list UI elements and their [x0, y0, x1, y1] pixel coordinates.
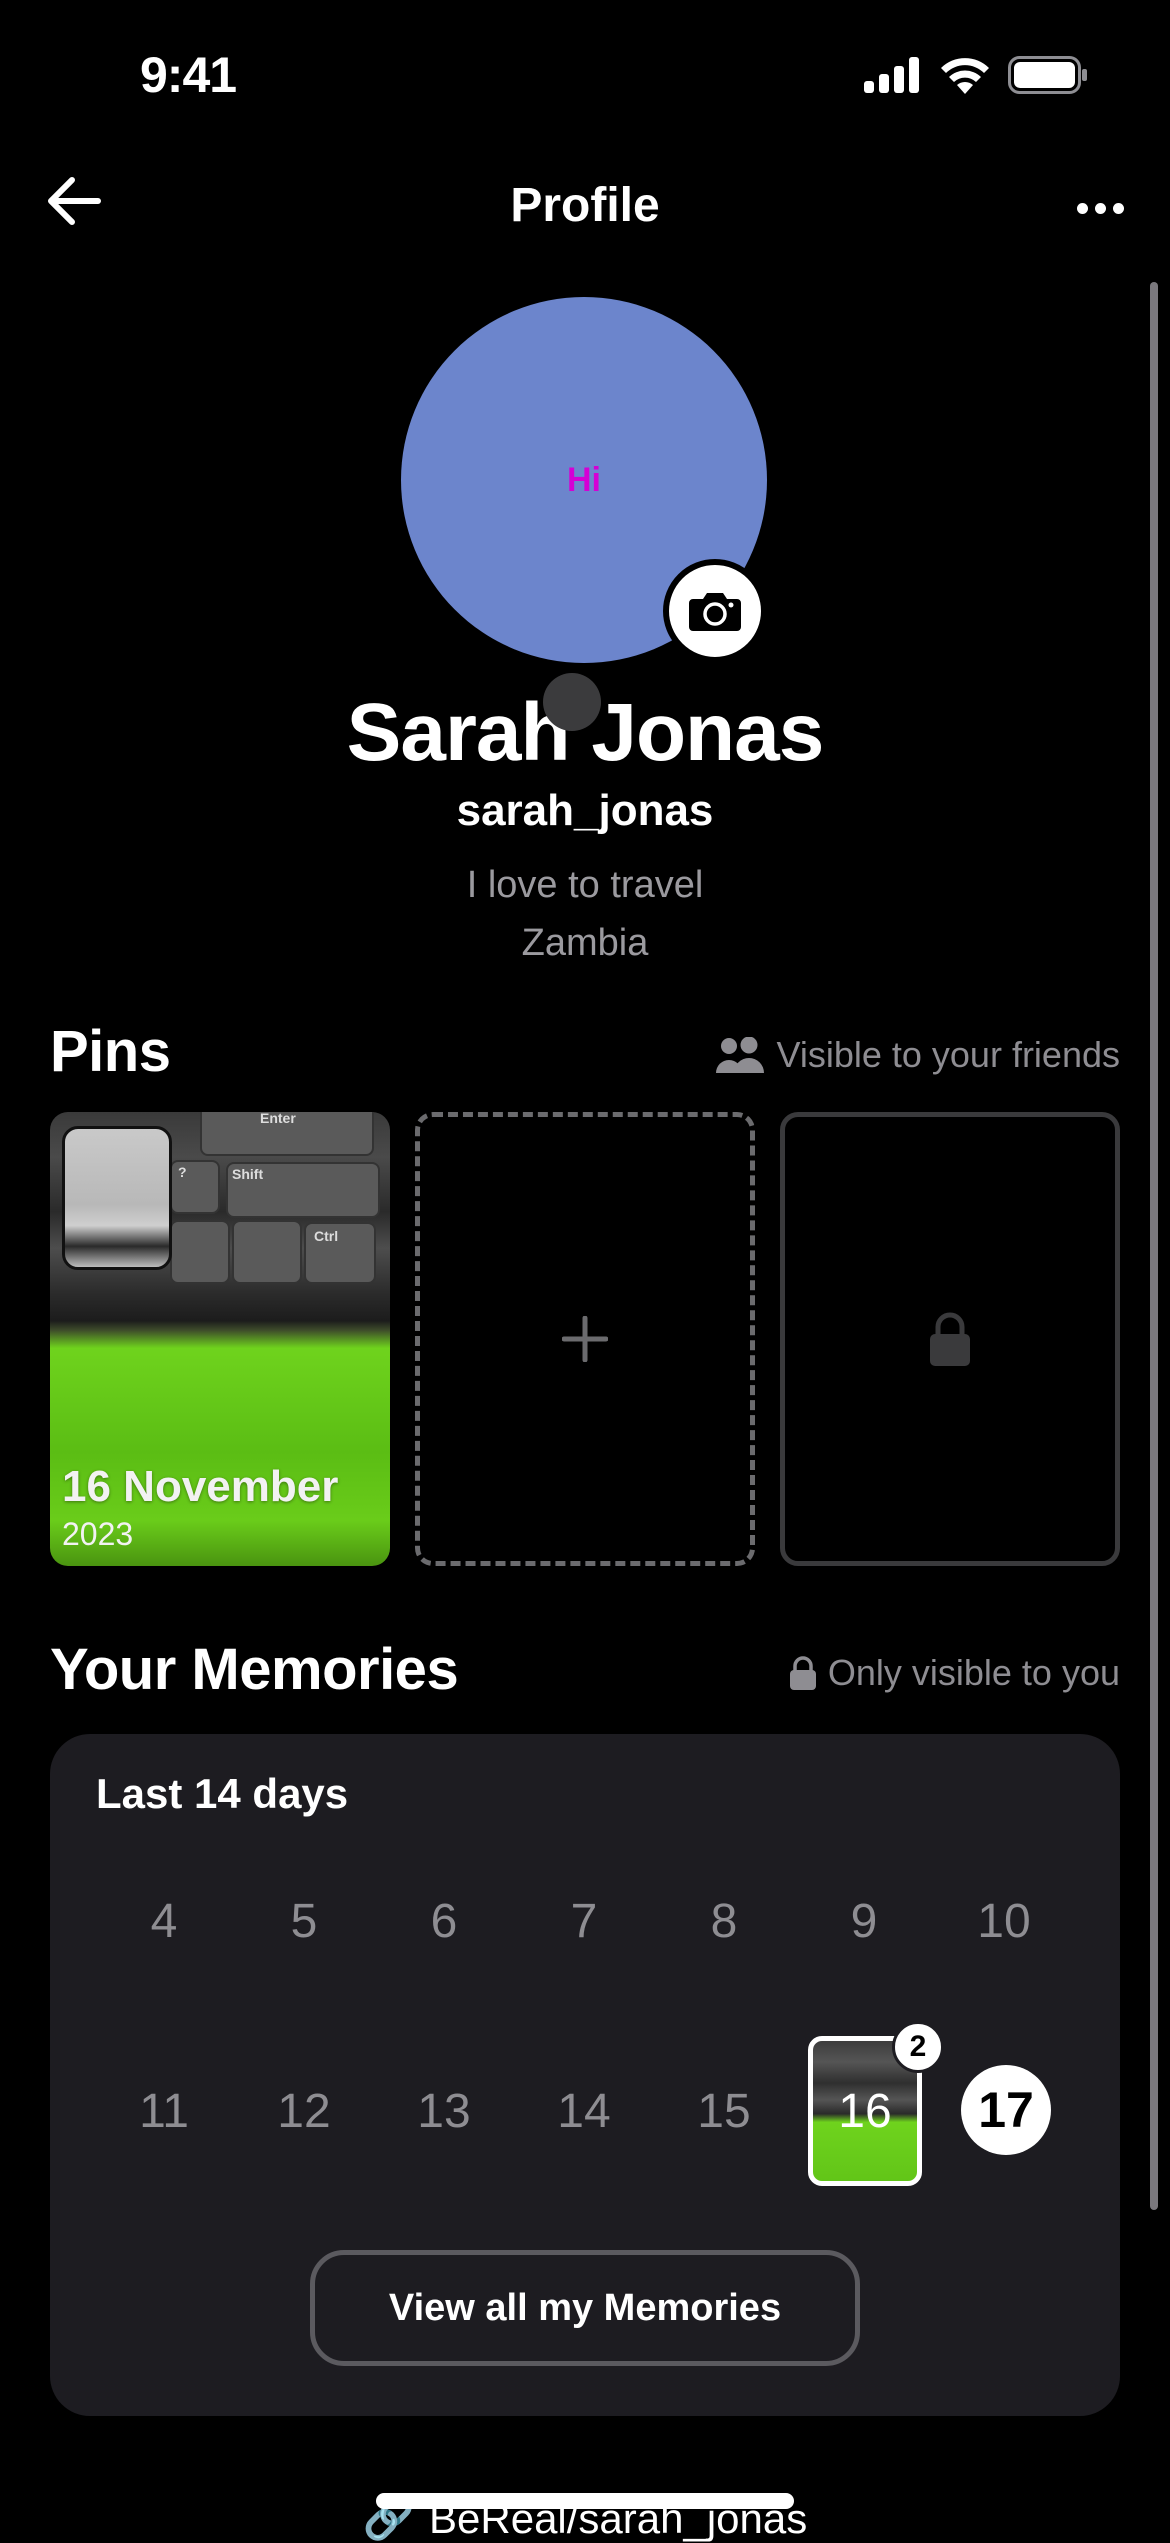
profile-username: sarah_jonas	[456, 786, 714, 835]
calendar-day[interactable]: 4	[114, 1894, 214, 1949]
home-indicator[interactable]	[376, 2493, 794, 2509]
pin-front-camera-thumbnail	[62, 1126, 172, 1270]
calendar-day[interactable]: 9	[814, 1894, 914, 1949]
pins-visibility: Visible to your friends	[716, 1034, 1120, 1076]
calendar-day[interactable]: 13	[394, 2084, 494, 2139]
pin-date: 16 November	[62, 1462, 339, 1511]
memories-card-title: Last 14 days	[96, 1770, 349, 1817]
calendar-day[interactable]: 10	[954, 1894, 1054, 1949]
scrollbar[interactable]	[1150, 282, 1158, 2210]
more-options-button[interactable]	[1054, 190, 1124, 226]
profile-bio: I love to travel	[466, 864, 704, 906]
plus-icon	[562, 1316, 608, 1362]
calendar-day[interactable]: 11	[114, 2084, 214, 2139]
memories-visibility: Only visible to you	[789, 1652, 1120, 1694]
calendar-day[interactable]: 8	[674, 1894, 774, 1949]
ellipsis-icon-dot	[1077, 202, 1088, 214]
status-time: 9:41	[140, 47, 237, 103]
touch-indicator	[543, 673, 601, 731]
wifi-icon	[941, 58, 989, 94]
pins-title: Pins	[50, 1019, 171, 1084]
calendar-day[interactable]: 7	[534, 1894, 634, 1949]
calendar-day[interactable]: 12	[254, 2084, 354, 2139]
calendar-day[interactable]: 6	[394, 1894, 494, 1949]
camera-icon	[689, 593, 741, 631]
memories-visibility-label: Only visible to you	[827, 1652, 1120, 1693]
calendar-day[interactable]: 15	[674, 2084, 774, 2139]
memory-count-badge: 2	[892, 2021, 944, 2073]
lock-icon	[789, 1656, 816, 1690]
change-photo-button[interactable]	[663, 559, 767, 663]
calendar-day[interactable]: 14	[534, 2084, 634, 2139]
add-pin-button[interactable]	[415, 1112, 755, 1566]
cellular-signal-icon	[864, 57, 919, 93]
avatar-text: Hi	[567, 460, 601, 499]
status-icons	[864, 56, 1088, 94]
locked-pin-slot	[780, 1112, 1120, 1566]
ellipsis-icon-dot	[1095, 202, 1106, 214]
ellipsis-icon-dot	[1113, 202, 1124, 214]
calendar-day[interactable]: 5	[254, 1894, 354, 1949]
page-title: Profile	[510, 179, 660, 232]
pin-year: 2023	[62, 1516, 134, 1552]
view-all-memories-button[interactable]: View all my Memories	[310, 2250, 860, 2366]
memories-card: Last 14 days 4 5 6 7 8 9 10 11 12 13 14 …	[50, 1734, 1120, 2416]
pin-photo[interactable]: Enter ? Shift Ctrl 16 November 2023	[50, 1112, 390, 1566]
pins-visibility-label: Visible to your friends	[776, 1034, 1120, 1075]
friends-icon	[716, 1037, 765, 1073]
memories-title: Your Memories	[50, 1637, 459, 1702]
profile-location: Zambia	[521, 922, 649, 964]
lock-icon	[930, 1312, 970, 1366]
battery-icon	[1008, 56, 1087, 94]
calendar-day-number: 16	[838, 2084, 892, 2138]
calendar-day-today[interactable]: 17	[961, 2065, 1051, 2155]
